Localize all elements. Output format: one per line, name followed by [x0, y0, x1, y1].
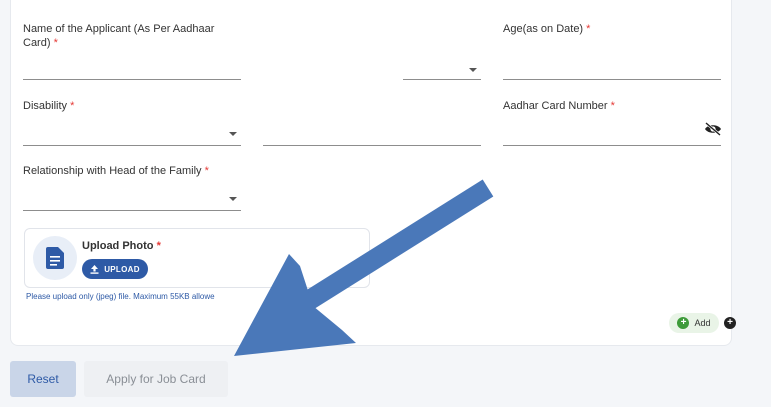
disability-select[interactable] [23, 145, 241, 146]
add-circle-icon[interactable]: + [724, 317, 736, 329]
apply-job-card-button[interactable]: Apply for Job Card [84, 361, 228, 397]
disability-label: Disability * [23, 100, 75, 112]
aadhar-label: Aadhar Card Number * [503, 100, 615, 112]
relationship-label: Relationship with Head of the Family * [23, 165, 209, 177]
age-label: Age(as on Date) * [503, 23, 591, 35]
chevron-down-icon[interactable] [229, 197, 237, 201]
middle-select[interactable] [403, 79, 481, 80]
upload-photo-box: Upload Photo * UPLOAD [24, 228, 370, 288]
plus-circle-icon: + [677, 317, 690, 329]
eye-off-icon[interactable] [704, 122, 722, 136]
applicant-name-label: Name of the Applicant (As Per Aadhaar Ca… [23, 23, 215, 49]
chevron-down-icon[interactable] [229, 132, 237, 136]
aadhar-input[interactable] [503, 145, 721, 146]
upload-button[interactable]: UPLOAD [82, 259, 148, 279]
relationship-select[interactable] [23, 210, 241, 211]
upload-hint-text: Please upload only (jpeg) file. Maximum … [26, 292, 215, 301]
middle-input[interactable] [263, 145, 481, 146]
reset-button[interactable]: Reset [10, 361, 76, 397]
upload-photo-title: Upload Photo * [82, 240, 161, 252]
add-button[interactable]: + Add [669, 313, 719, 333]
applicant-name-input[interactable] [23, 79, 241, 80]
chevron-down-icon[interactable] [469, 68, 477, 72]
age-input[interactable] [503, 79, 721, 80]
document-icon [46, 247, 64, 269]
document-icon-circle [33, 236, 77, 280]
upload-icon [90, 264, 99, 274]
